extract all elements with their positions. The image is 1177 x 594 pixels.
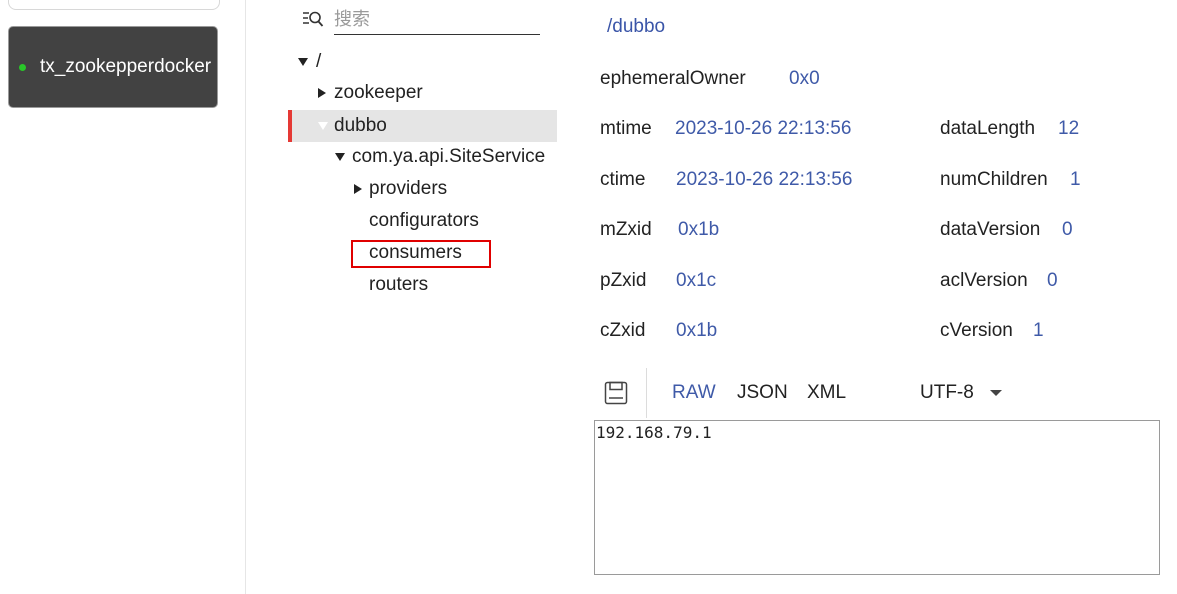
stat-label-mtime: mtime	[600, 118, 652, 139]
tree-node-label: /	[316, 51, 322, 72]
expand-arrow-icon[interactable]	[318, 122, 328, 130]
node-path-title: /dubbo	[607, 16, 666, 37]
stat-label-mzxid: mZxid	[600, 219, 652, 240]
expand-arrow-icon[interactable]	[298, 58, 308, 66]
tree-node-service[interactable]: com.ya.api.SiteService	[335, 141, 545, 173]
connection-name: tx_zookepperdocker	[40, 56, 212, 77]
connection-card[interactable]: tx_zookepperdocker	[8, 26, 218, 108]
stat-value-data-version: 0	[1062, 219, 1073, 240]
connection-card-previous[interactable]	[8, 0, 220, 10]
expand-arrow-icon[interactable]	[335, 153, 345, 161]
connections-panel: tx_zookepperdocker	[0, 0, 246, 594]
stat-label-c-version: cVersion	[940, 320, 1013, 341]
search-input[interactable]	[334, 4, 540, 35]
stat-value-czxid: 0x1b	[676, 320, 718, 341]
format-xml-button[interactable]: XML	[807, 382, 846, 404]
data-toolbar: RAW JSON XML UTF-8	[594, 368, 1160, 418]
tree-node-label: providers	[369, 178, 448, 199]
stat-label-data-version: dataVersion	[940, 219, 1041, 240]
format-raw-button[interactable]: RAW	[672, 382, 716, 404]
connection-status-icon	[19, 63, 26, 71]
stat-value-mzxid: 0x1b	[678, 219, 720, 240]
tree-node-label: dubbo	[334, 115, 387, 136]
collapse-arrow-icon[interactable]	[318, 88, 326, 98]
stat-label-czxid: cZxid	[600, 320, 646, 341]
stat-value-pzxid: 0x1c	[676, 270, 717, 291]
save-icon[interactable]	[604, 381, 628, 405]
tree-node-consumers[interactable]: consumers	[369, 237, 462, 269]
tree-node-dubbo[interactable]: dubbo	[318, 110, 387, 142]
stat-value-ephemeral-owner: 0x0	[789, 68, 820, 89]
stat-value-num-children: 1	[1070, 169, 1081, 190]
stat-value-data-length: 12	[1058, 118, 1080, 139]
tree-node-label: zookeeper	[334, 82, 423, 103]
encoding-label: UTF-8	[920, 382, 974, 403]
stat-label-ephemeral-owner: ephemeralOwner	[600, 68, 746, 89]
stat-label-pzxid: pZxid	[600, 270, 647, 291]
collapse-arrow-icon[interactable]	[354, 184, 362, 194]
search-bar	[302, 4, 540, 36]
stat-label-acl-version: aclVersion	[940, 270, 1028, 291]
tree-node-configurators[interactable]: configurators	[369, 205, 479, 237]
node-data-editor[interactable]: 192.168.79.1	[594, 420, 1160, 575]
tree-node-label: configurators	[369, 210, 479, 231]
stat-value-acl-version: 0	[1047, 270, 1058, 291]
tree-node-label: com.ya.api.SiteService	[352, 146, 546, 167]
toolbar-divider	[646, 368, 647, 418]
stat-label-num-children: numChildren	[940, 169, 1048, 190]
tree-node-routers[interactable]: routers	[369, 269, 428, 301]
stat-value-c-version: 1	[1033, 320, 1044, 341]
tree-node-label: routers	[369, 274, 429, 295]
stat-label-data-length: dataLength	[940, 118, 1036, 139]
encoding-select[interactable]: UTF-8	[920, 382, 1002, 404]
tree-node-label: consumers	[369, 242, 462, 263]
tree-node-providers[interactable]: providers	[354, 173, 447, 205]
filter-search-icon[interactable]	[302, 9, 324, 29]
tree-node-zookeeper[interactable]: zookeeper	[318, 77, 423, 109]
tree-node-root[interactable]: /	[298, 46, 321, 78]
stat-label-ctime: ctime	[600, 169, 646, 190]
chevron-down-icon	[989, 390, 1002, 396]
stat-value-ctime: 2023-10-26 22:13:56	[676, 169, 853, 190]
format-json-button[interactable]: JSON	[737, 382, 788, 404]
selection-indicator	[288, 110, 292, 142]
stat-value-mtime: 2023-10-26 22:13:56	[675, 118, 852, 139]
